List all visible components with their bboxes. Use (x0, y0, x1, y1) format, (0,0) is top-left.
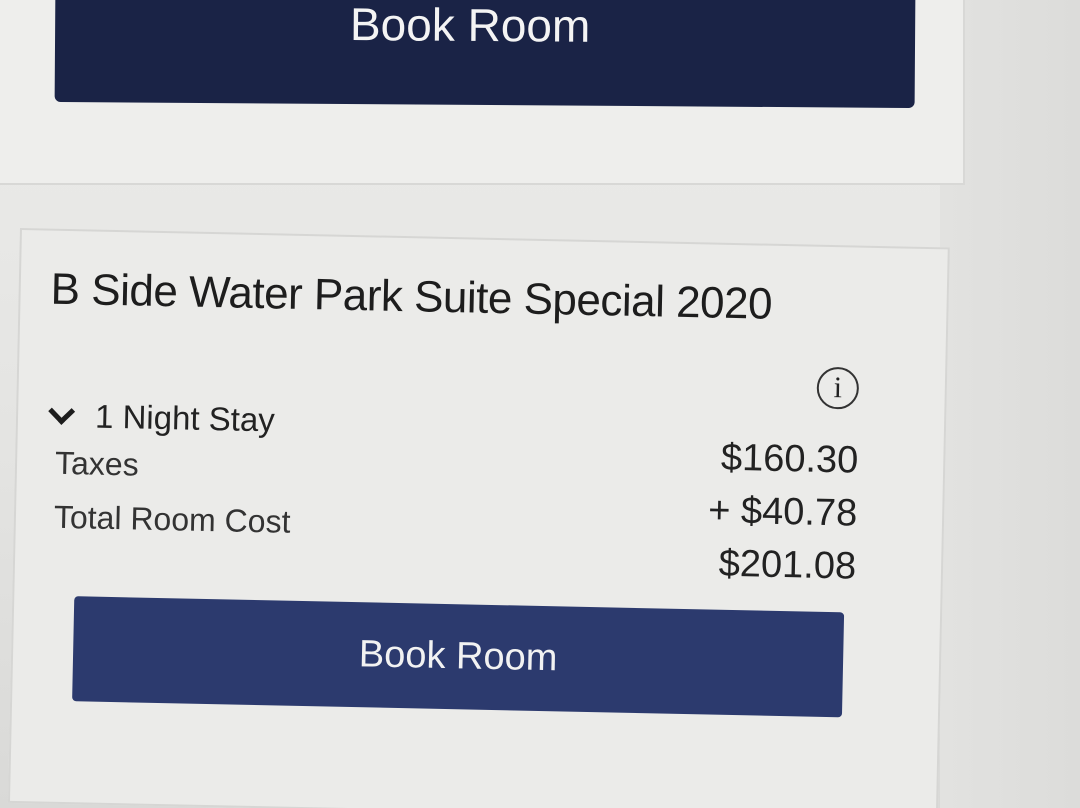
stay-label: 1 Night Stay (94, 397, 276, 439)
taxes-amount: + $40.78 (707, 489, 858, 535)
screen: Book Room B Side Water Park Suite Specia… (0, 0, 1080, 808)
taxes-label: Taxes (54, 444, 140, 483)
info-icon[interactable]: i (816, 366, 860, 410)
total-cost-label: Total Room Cost (53, 498, 291, 540)
stay-toggle[interactable]: 1 Night Stay (48, 397, 276, 440)
book-room-button[interactable]: Book Room (72, 596, 845, 718)
room-card: B Side Water Park Suite Special 2020 i 1… (7, 228, 950, 808)
book-room-button-label: Book Room (349, 0, 591, 52)
nightly-price: $160.30 (720, 436, 859, 482)
room-title: B Side Water Park Suite Special 2020 (50, 264, 773, 329)
total-cost-amount: $201.08 (718, 542, 857, 588)
book-room-button-previous[interactable]: Book Room (54, 0, 916, 109)
chevron-down-icon (48, 397, 76, 425)
